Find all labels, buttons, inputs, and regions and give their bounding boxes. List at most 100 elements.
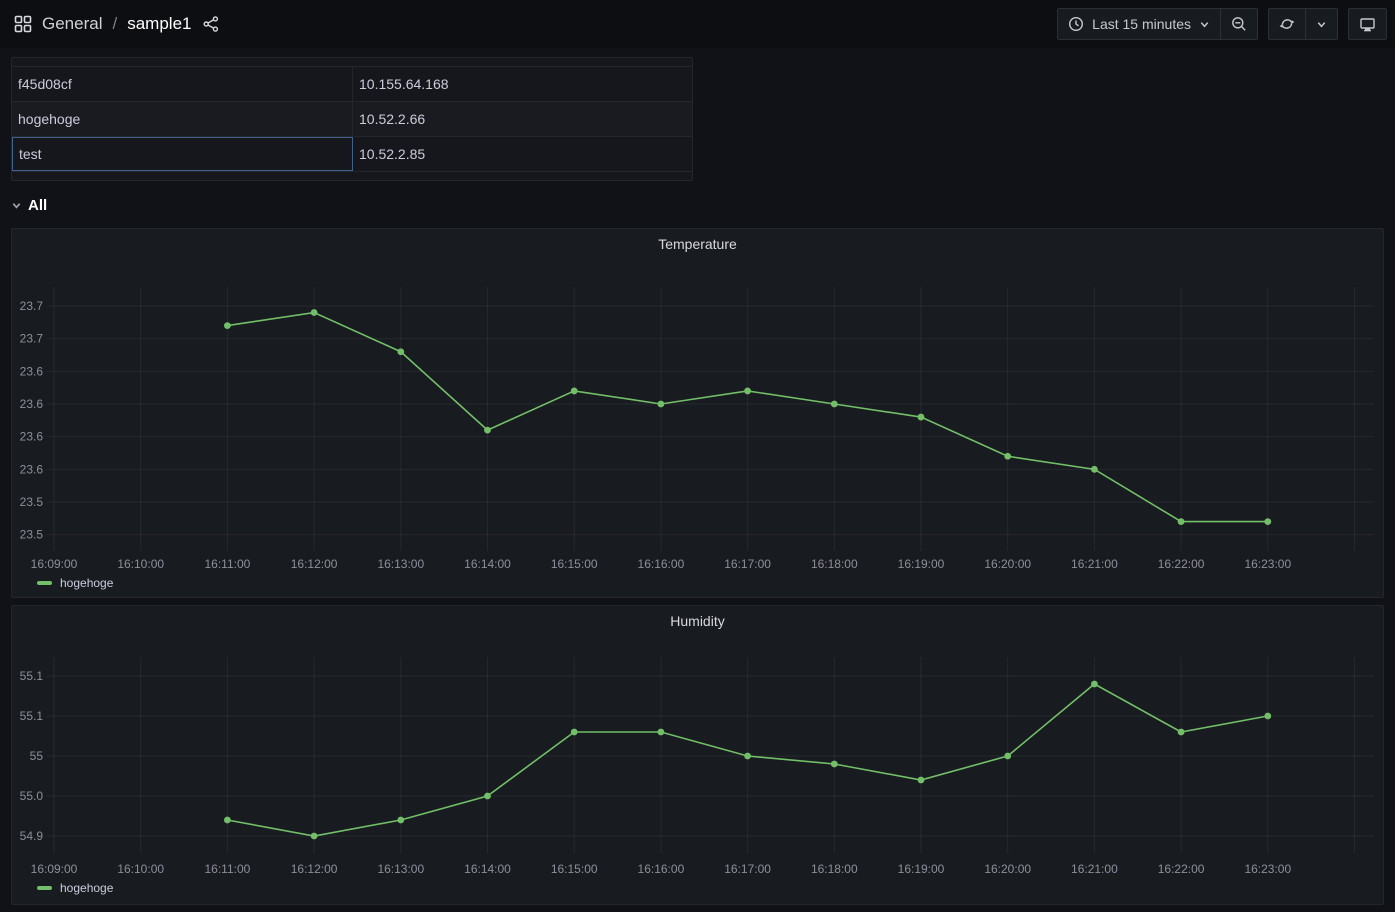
kiosk-group: [1348, 8, 1387, 40]
data-point: [1178, 729, 1185, 736]
chart-legend: hogehoge: [37, 576, 113, 590]
refresh-icon: [1279, 16, 1295, 32]
x-axis-label: 16:19:00: [898, 862, 945, 876]
table-partial-row: [12, 58, 692, 67]
x-axis-label: 16:21:00: [1071, 557, 1118, 571]
humidity-chart[interactable]: 55.155.15555.054.916:09:0016:10:0016:11:…: [12, 606, 1383, 904]
temperature-chart[interactable]: 23.723.723.623.623.623.623.523.516:09:00…: [12, 229, 1383, 597]
x-axis-label: 16:13:00: [377, 557, 424, 571]
y-axis-label: 23.6: [20, 462, 44, 476]
x-axis-label: 16:15:00: [551, 862, 598, 876]
x-axis-label: 16:14:00: [464, 557, 511, 571]
y-axis-label: 55.1: [20, 669, 44, 683]
data-point: [224, 322, 231, 329]
x-axis-label: 16:12:00: [291, 862, 338, 876]
x-axis-label: 16:23:00: [1244, 862, 1291, 876]
legend-series-label[interactable]: hogehoge: [60, 881, 113, 895]
y-axis-label: 23.7: [20, 332, 44, 346]
y-axis-label: 23.7: [20, 299, 44, 313]
x-axis-label: 16:12:00: [291, 557, 338, 571]
data-point: [224, 817, 231, 824]
y-axis-label: 23.5: [20, 495, 44, 509]
x-axis-label: 16:09:00: [31, 862, 78, 876]
x-axis-label: 16:18:00: [811, 862, 858, 876]
legend-swatch: [37, 581, 52, 585]
breadcrumb-separator: /: [112, 14, 117, 34]
data-point: [1004, 453, 1011, 460]
chevron-down-icon: [1316, 19, 1327, 30]
x-axis-label: 16:17:00: [724, 557, 771, 571]
time-range-label: Last 15 minutes: [1092, 16, 1191, 32]
x-axis-label: 16:19:00: [898, 557, 945, 571]
data-point: [311, 309, 318, 316]
data-point: [658, 729, 665, 736]
legend-series-label[interactable]: hogehoge: [60, 576, 113, 590]
table-cell-ip[interactable]: 10.52.2.66: [353, 102, 692, 136]
x-axis-label: 16:22:00: [1158, 557, 1205, 571]
legend-swatch: [37, 886, 52, 890]
x-axis-label: 16:11:00: [204, 862, 250, 876]
data-point: [484, 793, 491, 800]
data-point: [1004, 753, 1011, 760]
data-point: [571, 729, 578, 736]
temperature-panel: Temperature 23.723.723.623.623.623.623.5…: [11, 228, 1384, 598]
breadcrumb-folder[interactable]: General: [42, 14, 102, 34]
zoom-out-button[interactable]: [1220, 9, 1257, 39]
data-point: [311, 833, 318, 840]
table-cell-ip[interactable]: 10.52.2.85: [353, 137, 692, 171]
x-axis-label: 16:10:00: [117, 557, 164, 571]
share-icon[interactable]: [203, 16, 219, 32]
data-point: [1264, 713, 1271, 720]
table-row[interactable]: test 10.52.2.85: [12, 137, 692, 172]
table-cell-ip[interactable]: 10.155.64.168: [353, 67, 692, 101]
data-point: [1264, 518, 1271, 525]
data-point: [1091, 681, 1098, 688]
toolbar-controls: Last 15 minutes: [1057, 8, 1387, 40]
dashboard-toolbar: General / sample1 Last 15 minu: [0, 0, 1395, 48]
x-axis-label: 16:23:00: [1244, 557, 1291, 571]
refresh-button[interactable]: [1269, 9, 1305, 39]
data-point: [744, 753, 751, 760]
x-axis-label: 16:13:00: [377, 862, 424, 876]
data-point: [1178, 518, 1185, 525]
x-axis-label: 16:17:00: [724, 862, 771, 876]
data-point: [484, 427, 491, 434]
time-range-picker[interactable]: Last 15 minutes: [1058, 9, 1220, 39]
time-range-group: Last 15 minutes: [1057, 8, 1258, 40]
x-axis-label: 16:18:00: [811, 557, 858, 571]
data-point: [918, 414, 925, 421]
table-panel: f45d08cf 10.155.64.168 hogehoge 10.52.2.…: [11, 57, 693, 181]
x-axis-label: 16:20:00: [984, 862, 1031, 876]
data-point: [831, 761, 838, 768]
clock-icon: [1068, 16, 1084, 32]
refresh-interval-dropdown[interactable]: [1305, 9, 1337, 39]
data-point: [918, 777, 925, 784]
x-axis-label: 16:15:00: [551, 557, 598, 571]
zoom-out-icon: [1231, 16, 1247, 32]
row-title: All: [28, 197, 47, 214]
table-row[interactable]: hogehoge 10.52.2.66: [12, 102, 692, 137]
y-axis-label: 55.0: [20, 789, 44, 803]
y-axis-label: 23.6: [20, 430, 44, 444]
table-cell-name-focused[interactable]: test: [12, 137, 353, 171]
dashboard-row-toggle[interactable]: All: [11, 192, 47, 218]
table-cell-name[interactable]: hogehoge: [12, 102, 353, 136]
x-axis-label: 16:14:00: [464, 862, 511, 876]
y-axis-label: 55.1: [20, 709, 44, 723]
x-axis-label: 16:16:00: [638, 557, 685, 571]
x-axis-label: 16:21:00: [1071, 862, 1118, 876]
chevron-down-icon: [11, 200, 22, 211]
data-point: [1091, 466, 1098, 473]
data-point: [571, 388, 578, 395]
table-cell-name[interactable]: f45d08cf: [12, 67, 353, 101]
y-axis-label: 54.9: [20, 829, 44, 843]
chevron-down-icon: [1199, 19, 1210, 30]
tv-icon: [1359, 16, 1376, 33]
y-axis-label: 55: [30, 749, 44, 763]
breadcrumb-dashboard[interactable]: sample1: [127, 14, 191, 34]
y-axis-label: 23.5: [20, 528, 44, 542]
cycle-view-mode-button[interactable]: [1349, 9, 1386, 39]
data-point: [831, 401, 838, 408]
chart-legend: hogehoge: [37, 881, 113, 895]
table-row[interactable]: f45d08cf 10.155.64.168: [12, 67, 692, 102]
